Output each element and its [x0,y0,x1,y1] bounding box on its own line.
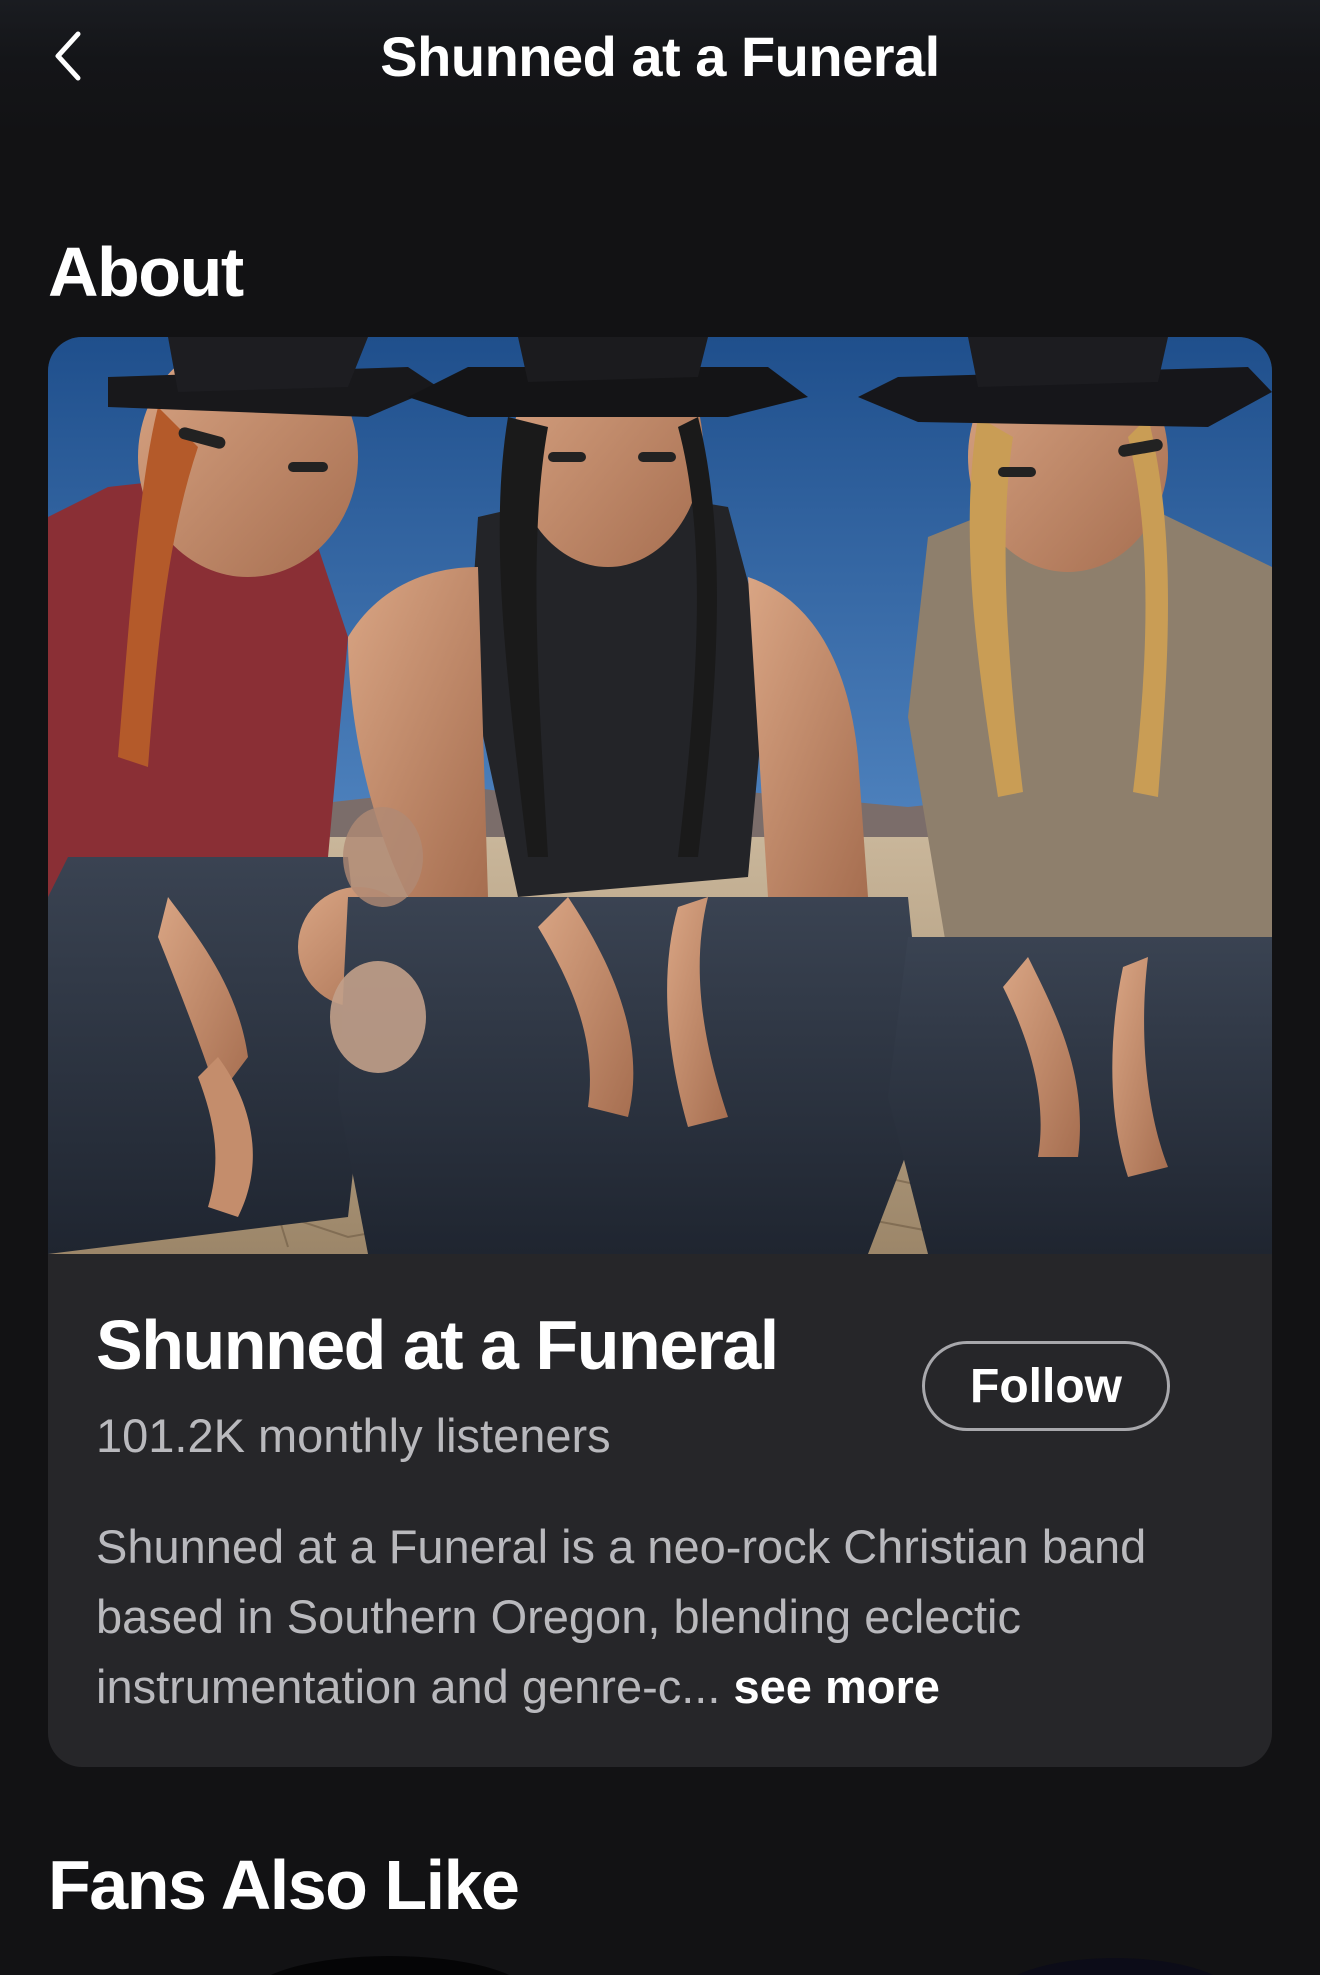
related-artist-avatar[interactable] [250,1956,530,1975]
monthly-listeners: 101.2K monthly listeners [96,1409,611,1462]
related-artist-avatar[interactable] [995,1958,1235,1975]
see-more-link[interactable]: see more [733,1660,939,1713]
artist-bio[interactable]: Shunned at a Funeral is a neo-rock Chris… [96,1512,1226,1722]
about-heading: About [48,233,244,311]
follow-button[interactable]: Follow [922,1341,1170,1431]
artist-about-page: Shunned at a Funeral About Shunned at a … [0,0,1320,1975]
page-title: Shunned at a Funeral [380,25,940,88]
artist-name: Shunned at a Funeral [96,1306,779,1384]
fans-also-like-row [0,1950,1320,1975]
bio-text: Shunned at a Funeral is a neo-rock Chris… [96,1520,1147,1713]
artist-photo [48,337,1272,1254]
fans-also-like-heading: Fans Also Like [48,1846,520,1924]
top-bar: Shunned at a Funeral [0,0,1320,120]
